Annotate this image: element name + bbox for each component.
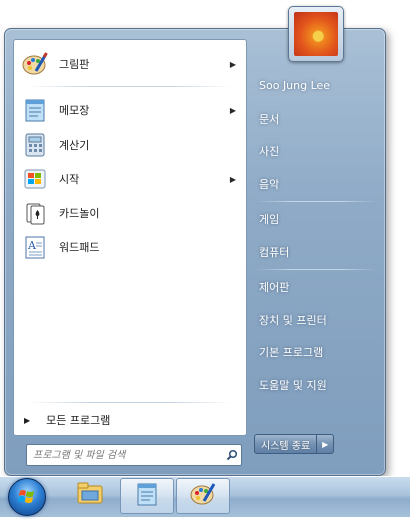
pictures-link[interactable]: 사진 bbox=[259, 143, 279, 159]
music-link[interactable]: 음악 bbox=[259, 176, 279, 192]
all-programs-label: 모든 프로그램 bbox=[46, 414, 111, 427]
divider bbox=[28, 402, 232, 403]
user-name-link[interactable]: Soo Jung Lee bbox=[259, 79, 330, 92]
flower-picture bbox=[294, 12, 338, 56]
divider bbox=[28, 86, 232, 87]
explorer-icon bbox=[75, 480, 105, 510]
divider bbox=[255, 269, 377, 270]
help-support-link[interactable]: 도움말 및 지원 bbox=[259, 377, 327, 393]
program-label: 메모장 bbox=[59, 104, 90, 117]
search-input[interactable] bbox=[27, 445, 223, 465]
program-label: 카드놀이 bbox=[59, 207, 100, 220]
program-label: 그림판 bbox=[59, 58, 90, 71]
shutdown-button[interactable]: 시스템 종료 bbox=[254, 434, 318, 454]
paint-icon bbox=[190, 481, 216, 511]
calculator-icon bbox=[21, 131, 49, 159]
notepad-icon bbox=[21, 96, 49, 124]
program-label: 계산기 bbox=[59, 139, 90, 152]
shutdown-group: 시스템 종료 ▶ bbox=[254, 434, 335, 454]
control-panel-link[interactable]: 제어판 bbox=[259, 279, 289, 295]
program-item-solitaire[interactable]: 카드놀이 bbox=[18, 197, 242, 229]
start-orb-icon[interactable] bbox=[8, 478, 46, 516]
paint-icon bbox=[21, 50, 49, 78]
program-item-paint[interactable]: 그림판 ▶ bbox=[18, 48, 242, 80]
documents-link[interactable]: 문서 bbox=[259, 111, 279, 127]
devices-printers-link[interactable]: 장치 및 프린터 bbox=[259, 312, 327, 328]
programs-panel: 그림판 ▶ 메모장 ▶ 계산기 시작 ▶ 카드놀이 A 워드패드 ▶ 모든 프로… bbox=[13, 39, 247, 466]
computer-link[interactable]: 컴퓨터 bbox=[259, 244, 289, 260]
user-avatar[interactable] bbox=[288, 6, 344, 62]
program-item-wordpad[interactable]: A 워드패드 bbox=[18, 231, 242, 263]
taskbar-notepad-button[interactable] bbox=[120, 478, 174, 514]
search-box[interactable] bbox=[26, 444, 242, 466]
wordpad-icon: A bbox=[21, 233, 49, 261]
solitaire-icon bbox=[21, 199, 49, 227]
program-label: 시작 bbox=[59, 173, 80, 186]
all-programs-button[interactable]: ▶ 모든 프로그램 bbox=[24, 412, 110, 428]
program-label: 워드패드 bbox=[59, 241, 100, 254]
taskbar-paint-button[interactable] bbox=[176, 478, 230, 514]
submenu-arrow-icon[interactable]: ▶ bbox=[230, 175, 236, 184]
taskbar-explorer-button[interactable] bbox=[64, 478, 116, 512]
expand-arrow-icon: ▶ bbox=[24, 415, 31, 425]
start-menu: 그림판 ▶ 메모장 ▶ 계산기 시작 ▶ 카드놀이 A 워드패드 ▶ 모든 프로… bbox=[4, 28, 386, 476]
search-icon[interactable] bbox=[223, 449, 241, 461]
submenu-arrow-icon[interactable]: ▶ bbox=[230, 106, 236, 115]
games-link[interactable]: 게임 bbox=[259, 211, 279, 227]
default-programs-link[interactable]: 기본 프로그램 bbox=[259, 344, 323, 360]
divider bbox=[255, 201, 377, 202]
program-item-calculator[interactable]: 계산기 bbox=[18, 129, 242, 161]
submenu-arrow-icon[interactable]: ▶ bbox=[230, 60, 236, 69]
svg-text:A: A bbox=[27, 239, 37, 252]
getting-started-icon bbox=[21, 165, 49, 193]
program-item-notepad[interactable]: 메모장 ▶ bbox=[18, 94, 242, 126]
program-item-getting-started[interactable]: 시작 ▶ bbox=[18, 163, 242, 195]
notepad-icon bbox=[134, 481, 160, 511]
shutdown-options-arrow-icon[interactable]: ▶ bbox=[317, 434, 335, 454]
